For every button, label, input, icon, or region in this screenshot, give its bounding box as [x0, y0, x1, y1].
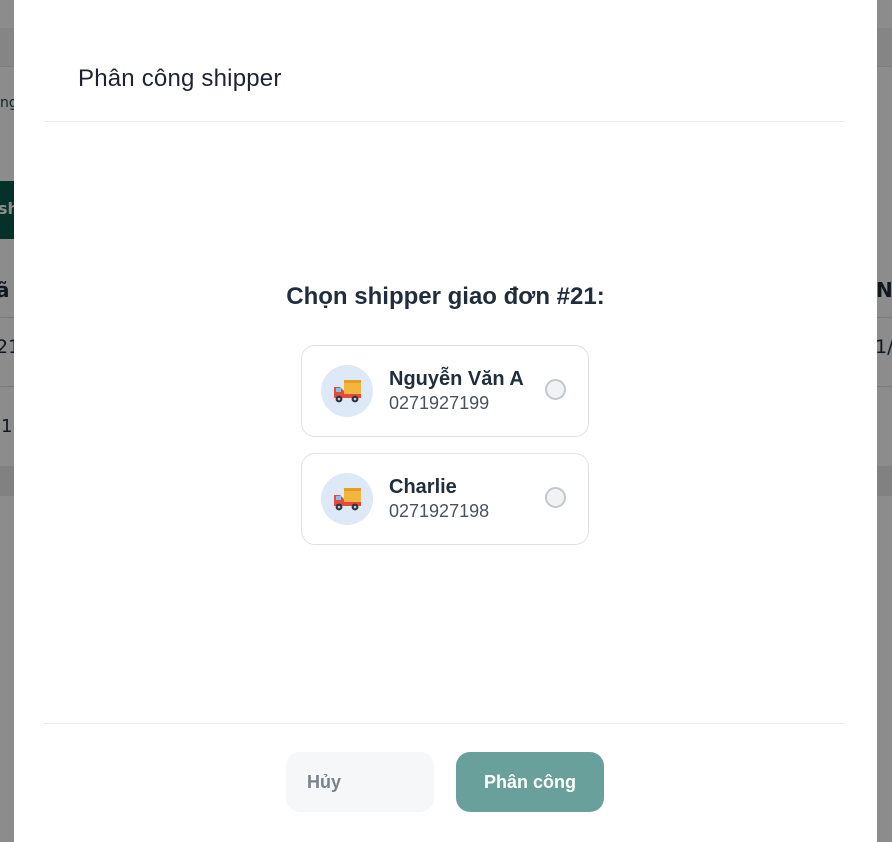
shipper-avatar	[321, 473, 373, 525]
delivery-truck-icon	[334, 380, 361, 403]
assign-button[interactable]: Phân công	[456, 752, 604, 812]
shipper-name: Charlie	[389, 476, 457, 498]
footer-divider	[44, 723, 845, 724]
header-divider	[44, 121, 845, 122]
shipper-name: Nguyễn Văn A	[389, 368, 524, 390]
shipper-radio[interactable]	[545, 379, 566, 400]
delivery-truck-icon	[334, 488, 361, 511]
shipper-option[interactable]: Charlie 0271927198	[301, 453, 589, 545]
modal-title: Phân công shipper	[78, 65, 282, 92]
shipper-phone: 0271927198	[389, 501, 490, 521]
shipper-radio[interactable]	[545, 487, 566, 508]
cancel-button[interactable]: Hủy	[286, 752, 434, 812]
shipper-phone: 0271927199	[389, 393, 490, 413]
shipper-option[interactable]: Nguyễn Văn A 0271927199	[301, 345, 589, 437]
assign-shipper-modal: Phân công shipper Chọn shipper giao đơn …	[14, 0, 877, 842]
select-shipper-prompt: Chọn shipper giao đơn #21:	[286, 283, 605, 310]
shipper-avatar	[321, 365, 373, 417]
